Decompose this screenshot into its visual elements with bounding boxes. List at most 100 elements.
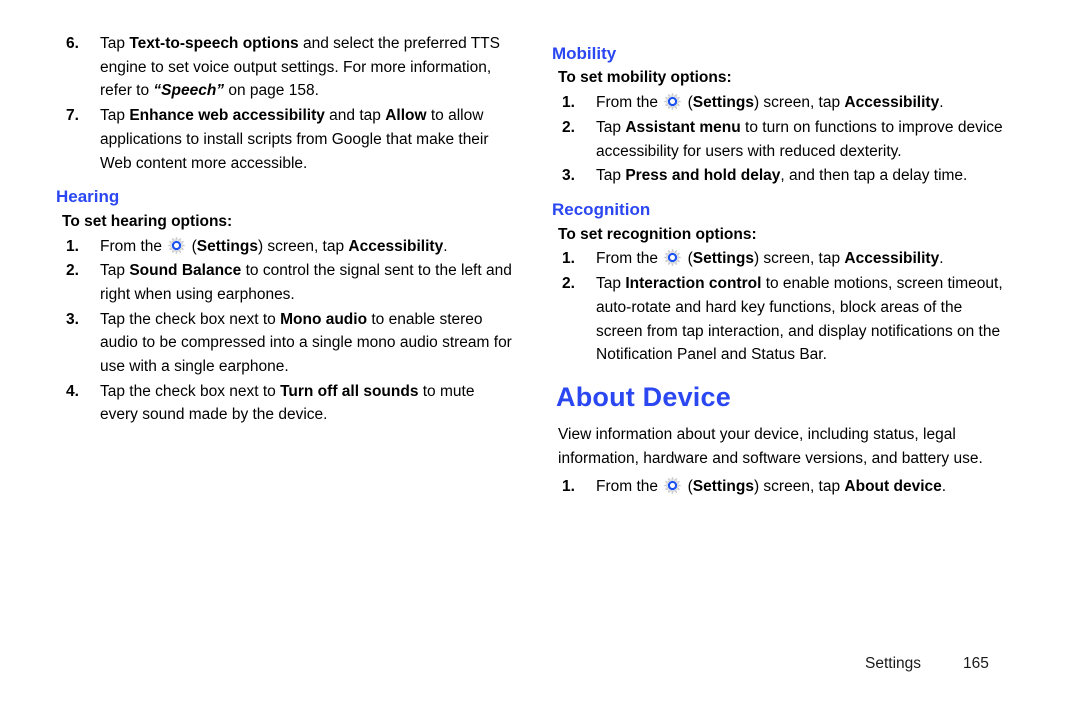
emphasis-bold: Settings — [692, 250, 754, 268]
list-item: 2. Tap Assistant menu to turn on function… — [552, 116, 1012, 163]
list-item-text: From the (Settings) screen, tap Accessib… — [596, 91, 1012, 115]
emphasis-bold: Sound Balance — [129, 262, 242, 280]
text-run: From the — [100, 237, 167, 255]
mobility-steps-list: 1. From the (Settings) screen, tap Access… — [552, 91, 1012, 188]
text-run: ( — [683, 94, 693, 112]
settings-gear-icon — [664, 249, 682, 267]
text-run: ) screen, tap — [257, 237, 349, 255]
list-item: 2. Tap Sound Balance to control the signa… — [56, 259, 516, 306]
emphasis-bold: Accessibility — [348, 237, 444, 255]
text-run: ( — [683, 477, 693, 495]
list-item: 4. Tap the check box next to Turn off all… — [56, 380, 516, 427]
text-run: Tap the check box next to — [100, 382, 281, 400]
text-run: From the — [596, 477, 663, 495]
list-item: 2. Tap Interaction control to enable moti… — [552, 272, 1012, 367]
list-item-number: 1. — [562, 477, 575, 495]
list-item-number: 2. — [66, 262, 79, 280]
list-item-text: Tap Text-to-speech options and select th… — [100, 32, 516, 103]
footer-section-label: Settings — [865, 655, 922, 672]
text-run: and tap — [324, 107, 386, 125]
text-run: Tap — [100, 107, 130, 125]
list-item: 3. Tap Press and hold delay, and then tap… — [552, 164, 1012, 188]
recognition-steps-list: 1. From the (Settings) screen, tap Access… — [552, 247, 1012, 367]
text-run: Tap — [596, 119, 626, 137]
text-run: . — [941, 477, 947, 495]
text-run: on page 158. — [224, 82, 319, 100]
list-item-number: 7. — [66, 107, 79, 125]
emphasis-bold: Allow — [385, 107, 427, 125]
list-item-number: 2. — [562, 119, 575, 137]
list-item: 1. From the (Settings) screen, tap Access… — [552, 247, 1012, 271]
right-column: Mobility To set mobility options: 1. From… — [552, 32, 1012, 499]
section-heading-recognition: Recognition — [552, 200, 651, 220]
text-run: ) screen, tap — [753, 250, 845, 268]
settings-gear-icon — [168, 236, 186, 254]
page-title-about-device: About Device — [556, 381, 731, 412]
emphasis-bold: Settings — [196, 237, 258, 255]
list-item: 3. Tap the check box next to Mono audio t… — [56, 308, 516, 379]
list-item-number: 1. — [562, 94, 575, 112]
text-run: Tap — [100, 35, 130, 52]
text-run: From the — [596, 94, 663, 112]
lead-in-hearing: To set hearing options: — [62, 212, 233, 230]
text-run: Tap — [596, 275, 626, 293]
manual-page: 6. Tap Text-to-speech options and select … — [0, 0, 1080, 720]
settings-gear-icon — [664, 93, 682, 111]
about-device-steps-list: 1. From the (Settings) screen, tap About … — [552, 475, 1012, 499]
list-item: 1. From the (Settings) screen, tap About … — [552, 475, 1012, 499]
emphasis-bold: Interaction control — [625, 275, 762, 293]
left-column: 6. Tap Text-to-speech options and select … — [56, 32, 516, 428]
lead-in-mobility: To set mobility options: — [558, 69, 732, 87]
list-item-text: Tap the check box next to Turn off all s… — [100, 380, 516, 427]
text-run: . — [443, 237, 448, 255]
emphasis-bold: Assistant menu — [625, 119, 741, 137]
emphasis-bold: Accessibility — [844, 94, 940, 112]
text-run: Tap the check box next to — [100, 310, 281, 328]
emphasis-bold: About device — [844, 477, 942, 495]
text-run: Tap — [596, 167, 626, 185]
lead-in-recognition: To set recognition options: — [558, 225, 757, 243]
emphasis-bold: Turn off all sounds — [280, 382, 419, 400]
emphasis-bold-italic: “Speech” — [153, 82, 225, 100]
hearing-steps-list: 1. From the (Settings) screen, tap Access… — [56, 235, 516, 428]
list-item-text: Tap Press and hold delay, and then tap a… — [596, 164, 1012, 188]
list-item-text: From the (Settings) screen, tap Accessib… — [100, 235, 516, 259]
emphasis-bold: Accessibility — [844, 250, 940, 268]
footer-page-number: 165 — [963, 655, 989, 672]
text-run: . — [939, 250, 944, 268]
text-run: ) screen, tap — [753, 94, 845, 112]
text-run: Tap — [100, 262, 130, 280]
emphasis-bold: Settings — [692, 94, 754, 112]
list-item-text: Tap Enhance web accessibility and tap Al… — [100, 104, 516, 175]
section-heading-hearing: Hearing — [56, 187, 120, 207]
list-item-number: 4. — [66, 382, 79, 400]
list-item-number: 3. — [562, 167, 575, 185]
text-run: ( — [683, 250, 693, 268]
list-item-text: Tap Assistant menu to turn on functions … — [596, 116, 1012, 163]
list-item-number: 6. — [66, 35, 79, 52]
list-item-text: Tap Interaction control to enable motion… — [596, 272, 1012, 367]
list-item-text: Tap the check box next to Mono audio to … — [100, 308, 516, 379]
emphasis-bold: Settings — [692, 477, 754, 495]
emphasis-bold: Text-to-speech options — [129, 35, 299, 52]
list-item-number: 2. — [562, 275, 575, 293]
list-item: 1. From the (Settings) screen, tap Access… — [552, 91, 1012, 115]
about-device-description: View information about your device, incl… — [558, 425, 983, 467]
list-item-number: 1. — [66, 237, 79, 255]
list-item-number: 3. — [66, 310, 79, 328]
list-item: 6. Tap Text-to-speech options and select … — [56, 32, 516, 103]
section-heading-mobility: Mobility — [552, 44, 617, 63]
list-item-text: Tap Sound Balance to control the signal … — [100, 259, 516, 306]
text-run: ) screen, tap — [753, 477, 845, 495]
text-run: ( — [187, 237, 197, 255]
emphasis-bold: Press and hold delay — [625, 167, 781, 185]
emphasis-bold: Mono audio — [280, 310, 368, 328]
list-item-text: From the (Settings) screen, tap Accessib… — [596, 247, 1012, 271]
text-run: From the — [596, 250, 663, 268]
text-run: . — [939, 94, 944, 112]
settings-gear-icon — [664, 476, 682, 494]
list-item: 7. Tap Enhance web accessibility and tap … — [56, 104, 516, 175]
continued-steps-list: 6. Tap Text-to-speech options and select … — [56, 32, 516, 175]
text-run: , and then tap a delay time. — [780, 167, 968, 185]
emphasis-bold: Enhance web accessibility — [129, 107, 325, 125]
